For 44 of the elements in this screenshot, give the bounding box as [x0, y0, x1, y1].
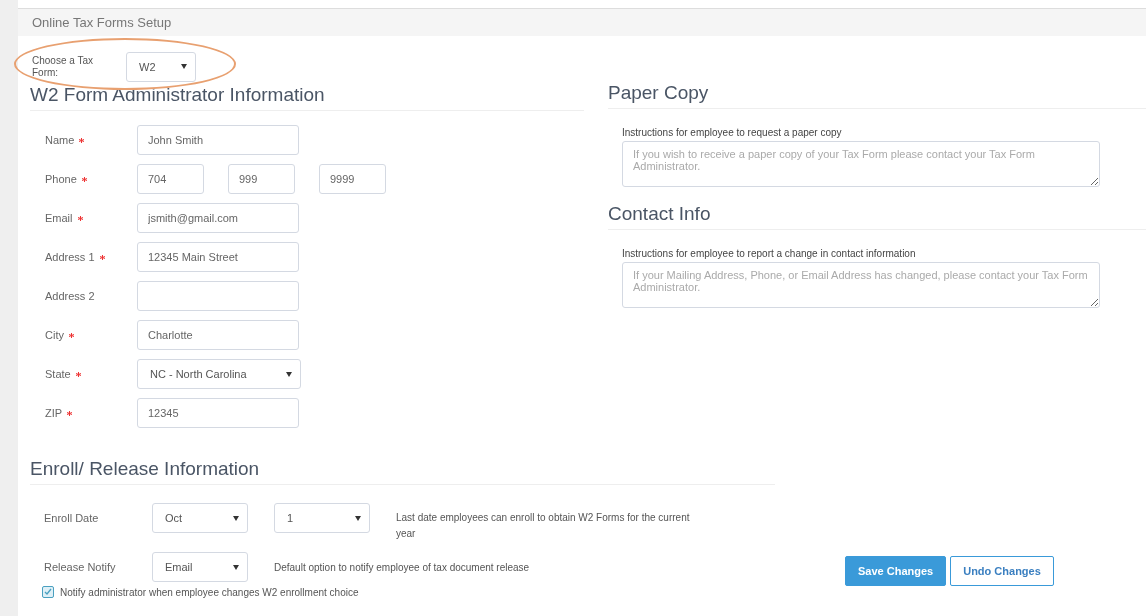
- instructions-field[interactable]: If you wish to receive a paper copy of your Tax Form please contact your Tax Form Administrator.: [622, 141, 1100, 187]
- caret-icon: [286, 371, 292, 377]
- field-label: Name: [45, 134, 75, 146]
- field-label: Instructions for employee to report a change in contact information: [622, 248, 917, 259]
- text-field[interactable]: Charlotte: [137, 320, 299, 350]
- caret-icon: [181, 64, 187, 69]
- section-heading: Paper Copy: [608, 82, 1146, 109]
- field-label: Phone: [45, 173, 77, 185]
- tax-form-select[interactable]: W2: [126, 51, 196, 82]
- page-title: Online Tax Forms Setup: [32, 15, 172, 30]
- text-field[interactable]: jsmith@gmail.com: [137, 203, 299, 233]
- caret-icon: [355, 515, 361, 521]
- phone-field[interactable]: 704: [137, 164, 204, 194]
- caret-icon: [233, 564, 239, 570]
- instructions-field[interactable]: If your Mailing Address, Phone, or Email Address has changed, please contact your Tax Form Administrator.: [622, 262, 1100, 308]
- field-label: Address 1: [45, 251, 95, 263]
- text-field[interactable]: 12345: [137, 398, 299, 428]
- text-field[interactable]: John Smith: [137, 125, 299, 155]
- phone-field[interactable]: 9999: [319, 164, 386, 194]
- dropdown-select[interactable]: Email: [152, 552, 248, 582]
- section-heading: Contact Info: [608, 203, 1146, 230]
- field-label: Enroll Date: [44, 511, 100, 526]
- checkbox[interactable]: [42, 586, 54, 598]
- field-label: ZIP: [45, 407, 63, 419]
- section-heading: Enroll/ Release Information: [30, 458, 775, 485]
- text-field[interactable]: [137, 281, 299, 311]
- checkbox-label: Notify administrator when employee changes W2 enrollment choice: [60, 586, 359, 598]
- field-note: Default option to notify employee of tax document release: [274, 561, 530, 575]
- phone-field[interactable]: 999: [228, 164, 295, 194]
- field-note: Last date employees can enroll to obtain W2 Forms for the current year: [396, 511, 691, 541]
- dropdown-select[interactable]: 1: [274, 503, 370, 533]
- field-label: Instructions for employee to request a paper copy: [622, 127, 843, 138]
- section-heading: W2 Form Administrator Information: [30, 84, 584, 111]
- field-label: Release Notify: [44, 560, 117, 575]
- dropdown-select[interactable]: Oct: [152, 503, 248, 533]
- state-select[interactable]: NC - North Carolina: [137, 359, 301, 389]
- field-label: Address 2: [45, 290, 95, 302]
- field-label: Email: [45, 212, 73, 224]
- field-label: City: [45, 329, 64, 341]
- field-label: State: [45, 368, 71, 380]
- undo-button[interactable]: Undo Changes: [950, 556, 1054, 586]
- field-label: Choose a Tax Form:: [32, 54, 94, 79]
- text-field[interactable]: 12345 Main Street: [137, 242, 299, 272]
- caret-icon: [233, 515, 239, 521]
